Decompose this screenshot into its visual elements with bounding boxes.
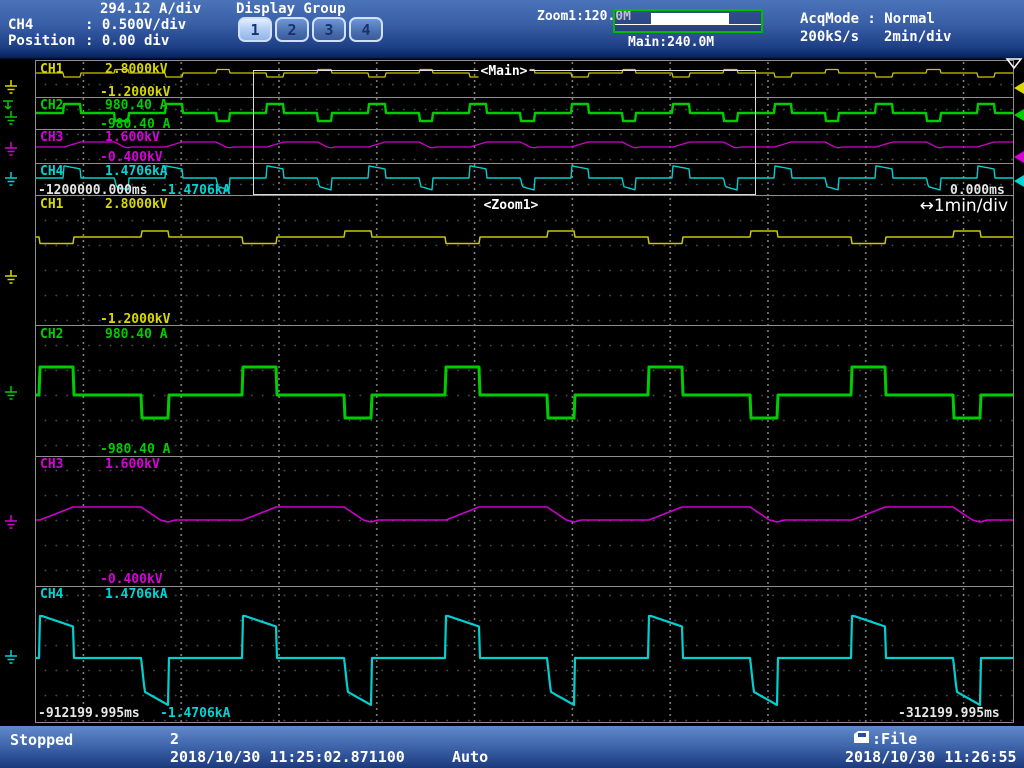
main-time-right: 0.000ms	[950, 184, 1005, 197]
acq-mode: AcqMode : Normal	[800, 11, 935, 27]
zoom-bottom-border	[35, 722, 1013, 723]
zoom-time-left: -912199.995ms	[38, 707, 140, 720]
zoom-timebase: ↔1min/div	[920, 196, 1008, 216]
ground-icon-ch1-main	[3, 80, 19, 95]
zoom-ch4-top: 1.4706kA	[105, 588, 168, 601]
main-ch2-name: CH2	[40, 99, 63, 112]
status-bar: Stopped 2 2018/10/30 11:25:02.871100 Aut…	[0, 726, 1024, 768]
main-length-label: Main:240.0M	[628, 35, 714, 50]
zoom-indicator-midline	[615, 24, 761, 25]
display-group-button-2[interactable]: 2	[275, 17, 309, 42]
main-timebase: 2min/div	[884, 29, 951, 45]
ground-icon-ch1-zoom	[3, 270, 19, 285]
main-ch4-name: CH4	[40, 165, 63, 178]
position-label: Position	[8, 33, 75, 49]
display-group-button-4[interactable]: 4	[349, 17, 383, 42]
zoom-ch2-top: 980.40 A	[105, 328, 168, 341]
main-ch3-top: 1.600kV	[105, 131, 160, 144]
main-ch3-name: CH3	[40, 131, 63, 144]
group-number: 2	[170, 730, 179, 748]
zoom-position-indicator[interactable]	[613, 9, 763, 33]
ch1-position-marker[interactable]	[1014, 82, 1024, 94]
zoom-sep-2	[35, 456, 1013, 457]
scopecorder-screen: 294.12 A/div CH4 : 0.500V/div Position :…	[0, 0, 1024, 768]
ground-icon-ch4-main	[3, 172, 19, 187]
display-group-title: Display Group	[236, 1, 346, 17]
ch4-position-marker[interactable]	[1014, 175, 1024, 187]
zoom-ch1-bottom: -1.2000kV	[100, 313, 170, 326]
main-ch2-top: 980.40 A	[105, 99, 168, 112]
main-ch4-bottom: -1.4706kA	[160, 184, 230, 197]
zoom-waveforms	[35, 196, 1013, 722]
ch2-position-marker[interactable]	[1014, 109, 1024, 121]
zoom-view-title: <Zoom1>	[482, 198, 541, 213]
trigger-timestamp: 2018/10/30 11:25:02.871100	[170, 748, 405, 766]
display-group-button-3[interactable]: 3	[312, 17, 346, 42]
zoom-time-right: -312199.995ms	[898, 707, 1000, 720]
ground-icon-ch2-main	[3, 111, 19, 126]
ground-icon-ch2-zoom	[3, 386, 19, 401]
main-ch4-top: 1.4706kA	[105, 165, 168, 178]
zoom-ch1-top: 2.8000kV	[105, 198, 168, 211]
file-icon	[853, 730, 870, 744]
trigger-mode: Auto	[452, 748, 488, 766]
zoom-ch3-name: CH3	[40, 458, 63, 471]
zoom-sep-3	[35, 586, 1013, 587]
position-value: : 0.00 div	[85, 33, 169, 49]
acquisition-state: Stopped	[10, 731, 73, 749]
plot-left-border	[35, 60, 36, 723]
zoom-sep-1	[35, 325, 1013, 326]
zoom-ch2-bottom: -980.40 A	[100, 443, 170, 456]
ch3-position-marker[interactable]	[1014, 151, 1024, 163]
main-ch1-top: 2.8000kV	[105, 63, 168, 76]
zoom-ch4-name: CH4	[40, 588, 63, 601]
channel-readout-name: CH4	[8, 17, 33, 33]
channel-scale-secondary: 294.12 A/div	[100, 1, 201, 17]
ground-icon-ch3-zoom	[3, 515, 19, 530]
zoom-ch3-bottom: -0.400kV	[100, 573, 163, 586]
clock: 2018/10/30 11:26:55	[845, 748, 1017, 766]
zoom-ch2-name: CH2	[40, 328, 63, 341]
main-top-border	[35, 60, 1013, 61]
zoom-window-bar[interactable]	[651, 13, 729, 24]
main-view-title: <Main>	[479, 64, 530, 79]
zoom-window-rect[interactable]	[253, 70, 756, 195]
file-label[interactable]: :File	[872, 730, 917, 748]
ground-icon-ch4-zoom	[3, 650, 19, 665]
channel-readout-scale: : 0.500V/div	[85, 17, 186, 33]
zoom-ch4-bottom: -1.4706kA	[160, 707, 230, 720]
main-ch1-name: CH1	[40, 63, 63, 76]
sample-rate: 200kS/s	[800, 29, 859, 45]
zoom-ch1-name: CH1	[40, 198, 63, 211]
display-group-button-1[interactable]: 1	[238, 17, 272, 42]
trigger-position-arrow-icon[interactable]	[1005, 58, 1023, 70]
zoom-ch3-top: 1.600kV	[105, 458, 160, 471]
main-ch3-bottom: -0.400kV	[100, 151, 163, 164]
ground-icon-ch3-main	[3, 142, 19, 157]
top-bar: 294.12 A/div CH4 : 0.500V/div Position :…	[0, 0, 1024, 59]
main-time-left: -1200000.000ms	[38, 184, 148, 197]
